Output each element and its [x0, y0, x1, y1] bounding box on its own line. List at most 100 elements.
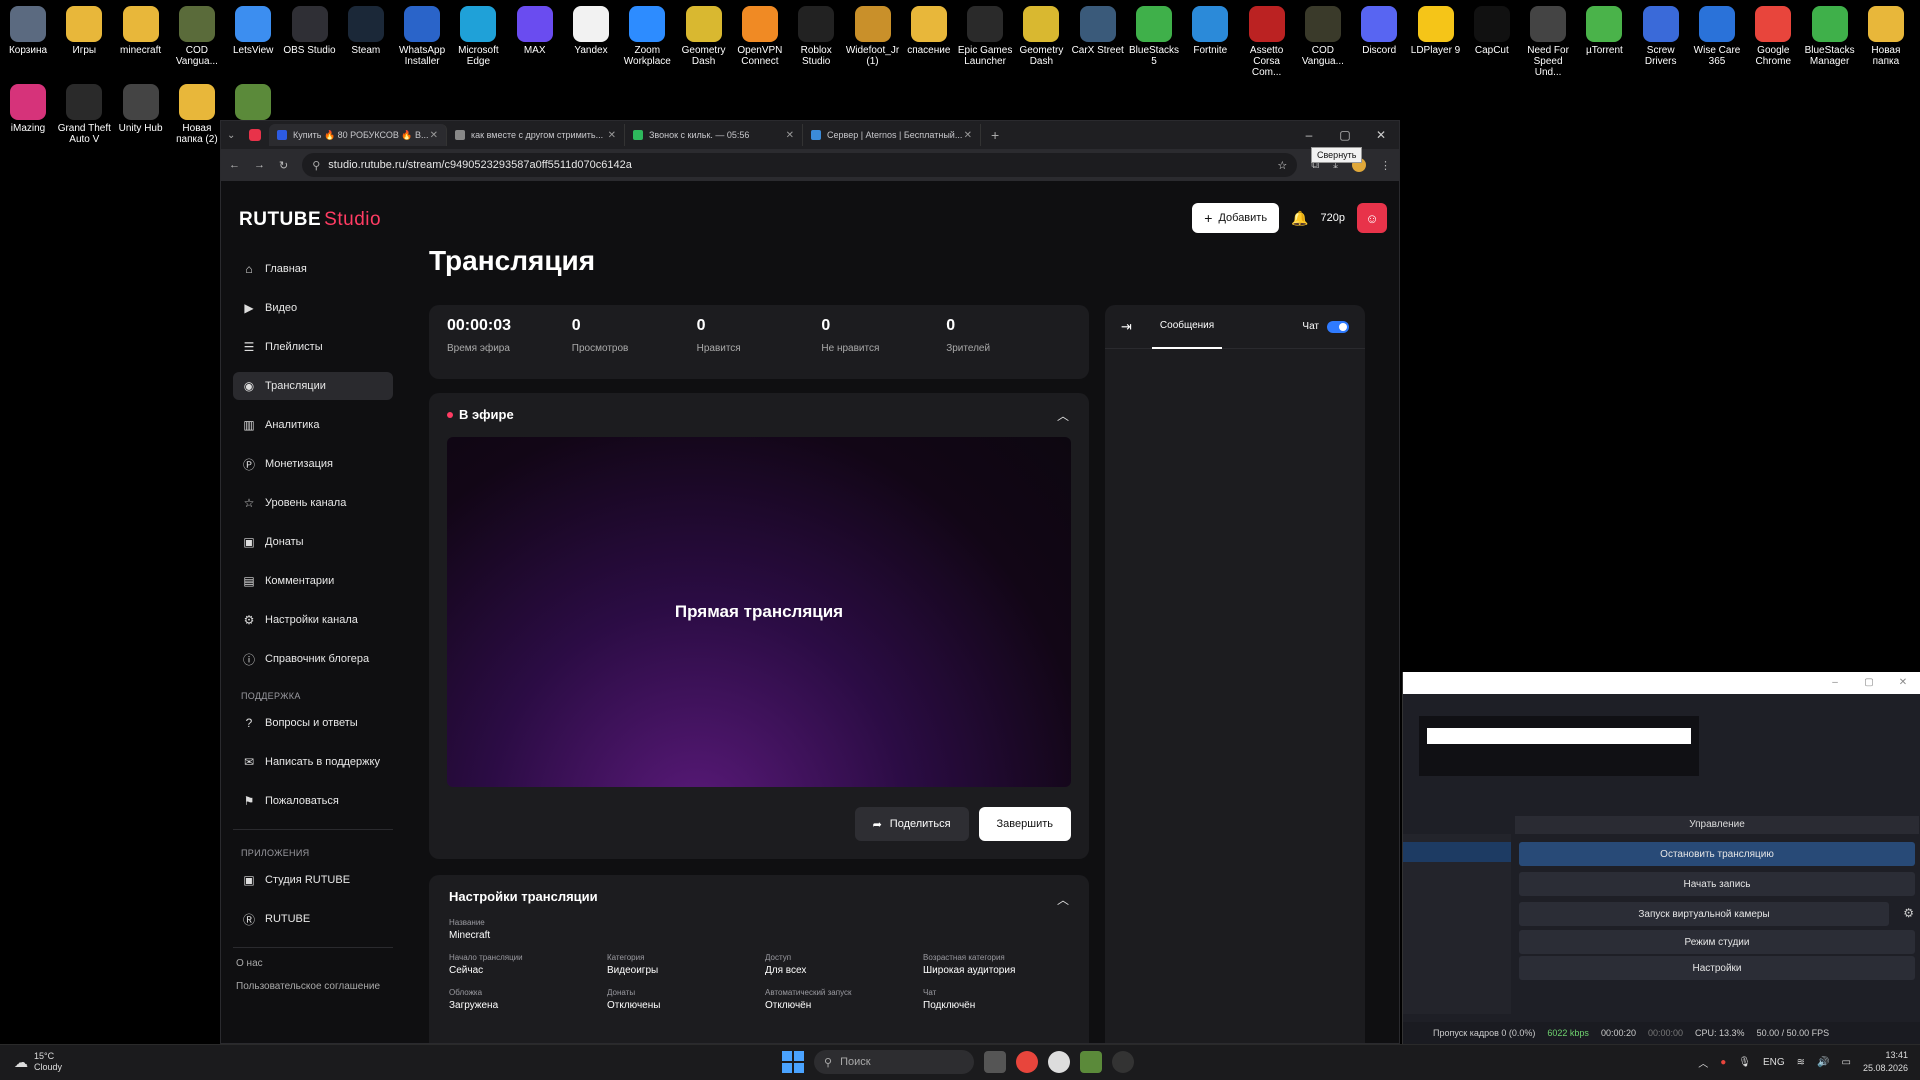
sidebar-item[interactable]: ☆ Уровень канала [233, 489, 393, 517]
bookmark-star-icon[interactable]: ☆ [1277, 159, 1287, 172]
maximize-button[interactable]: ▢ [1327, 121, 1363, 149]
sidebar-item[interactable]: ⌂ Главная [233, 255, 393, 283]
share-button[interactable]: ➦ Поделиться [854, 807, 969, 841]
add-button[interactable]: + Добавить [1192, 203, 1280, 233]
sidebar-item[interactable]: Ⓡ RUTUBE [233, 905, 393, 933]
collapse-chat-icon[interactable]: ⇥ [1121, 319, 1132, 335]
sidebar-item[interactable]: ☰ Плейлисты [233, 333, 393, 361]
desktop-icon[interactable]: Epic Games Launcher [957, 6, 1013, 67]
sidebar-item[interactable]: ⓘ Справочник блогера [233, 645, 393, 673]
browser-tab[interactable]: как вместе с другом стримить... ✕ [447, 124, 625, 146]
obs-control-button[interactable]: Запуск виртуальной камеры [1519, 902, 1889, 926]
sidebar-item[interactable]: ◉ Трансляции [233, 372, 393, 400]
mic-icon[interactable]: 🎙 [1738, 1057, 1751, 1068]
desktop-icon[interactable]: Fortnite [1182, 6, 1238, 56]
desktop-icon[interactable]: Grand Theft Auto V [56, 84, 112, 145]
desktop-icon[interactable]: CapCut [1464, 6, 1520, 56]
minecraft-taskbar-icon[interactable] [1080, 1051, 1102, 1073]
clock[interactable]: 13:41 25.08.2026 [1863, 1049, 1908, 1075]
obs-gear-icon[interactable]: ⚙ [1903, 906, 1914, 920]
obs-control-button[interactable]: Остановить трансляцию [1519, 842, 1915, 866]
forward-icon[interactable]: → [254, 159, 265, 171]
site-info-icon[interactable]: ⚲ [312, 159, 320, 172]
desktop-icon[interactable]: спасение [901, 6, 957, 56]
desktop-icon[interactable]: MAX [507, 6, 563, 56]
desktop-icon[interactable]: BlueStacks 5 [1126, 6, 1182, 67]
obs-control-button[interactable]: Режим студии [1519, 930, 1915, 954]
desktop-icon[interactable]: OBS Studio [282, 6, 338, 56]
quality-badge[interactable]: 720p [1321, 212, 1345, 224]
about-link[interactable]: О нас [236, 958, 393, 969]
obs-preview[interactable] [1419, 716, 1699, 776]
chat-toggle[interactable] [1327, 320, 1349, 333]
chrome-taskbar-icon[interactable] [1016, 1051, 1038, 1073]
tab-list-icon[interactable]: ⌄ [227, 130, 245, 141]
terms-link[interactable]: Пользовательское соглашение [236, 981, 393, 992]
browser-tab[interactable]: Звонок с кильк. — 05:56 ✕ [625, 124, 803, 146]
obs-close-button[interactable]: ✕ [1886, 672, 1920, 694]
sidebar-item[interactable]: ⚑ Пожаловаться [233, 787, 393, 815]
messages-tab[interactable]: Сообщения [1151, 305, 1223, 349]
tray-app-icon[interactable]: ● [1720, 1057, 1726, 1068]
start-windows-icon[interactable] [782, 1051, 804, 1073]
battery-icon[interactable]: ▭ [1842, 1057, 1851, 1068]
taskbar-search[interactable]: ⚲ Поиск [814, 1050, 974, 1074]
desktop-icon[interactable] [225, 84, 281, 123]
desktop-icon[interactable]: Новая папка [1858, 6, 1914, 67]
desktop-icon[interactable]: LDPlayer 9 [1408, 6, 1464, 56]
rutube-studio-logo[interactable]: RUTUBE Studio [239, 209, 381, 231]
roblox-studio-taskbar-icon[interactable] [1112, 1051, 1134, 1073]
desktop-icon[interactable]: Zoom Workplace [619, 6, 675, 67]
chevron-up-icon[interactable]: ︿ [1057, 891, 1069, 908]
sidebar-item[interactable]: ▤ Комментарии [233, 567, 393, 595]
minimize-button[interactable]: – [1291, 121, 1327, 149]
new-tab-button[interactable]: + [991, 127, 999, 143]
desktop-icon[interactable]: Steam [338, 6, 394, 56]
reload-icon[interactable]: ↻ [279, 159, 288, 172]
language-indicator[interactable]: ENG [1763, 1057, 1785, 1068]
desktop-icon[interactable]: Yandex [563, 6, 619, 56]
menu-dots-icon[interactable]: ⋮ [1380, 159, 1391, 172]
desktop-icon[interactable]: BlueStacks Manager [1802, 6, 1858, 67]
desktop-icon[interactable]: COD Vangua... [169, 6, 225, 67]
desktop-icon[interactable]: CarX Street [1070, 6, 1126, 56]
desktop-icon[interactable]: Игры [56, 6, 112, 56]
desktop-icon[interactable]: OpenVPN Connect [732, 6, 788, 67]
desktop-icon[interactable]: Google Chrome [1745, 6, 1801, 67]
desktop-icon[interactable]: LetsView [225, 6, 281, 56]
obs-minimize-button[interactable]: – [1818, 672, 1852, 694]
volume-icon[interactable]: 🔊 [1817, 1057, 1829, 1068]
desktop-icon[interactable]: WhatsApp Installer [394, 6, 450, 67]
desktop-icon[interactable]: Assetto Corsa Com... [1239, 6, 1295, 78]
tab-close-icon[interactable]: ✕ [786, 130, 794, 141]
chevron-up-icon[interactable]: ︿ [1057, 407, 1069, 424]
task-view-icon[interactable] [984, 1051, 1006, 1073]
desktop-icon[interactable]: Geometry Dash [676, 6, 732, 67]
obs-control-button[interactable]: Настройки [1519, 956, 1915, 980]
desktop-icon[interactable]: COD Vangua... [1295, 6, 1351, 67]
tab-close-icon[interactable]: ✕ [430, 130, 438, 141]
sidebar-item[interactable]: ✉ Написать в поддержку [233, 748, 393, 776]
sidebar-item[interactable]: ▶ Видео [233, 294, 393, 322]
wifi-icon[interactable]: ≋ [1797, 1057, 1805, 1068]
weather-widget[interactable]: ☁ 15°C Cloudy [14, 1051, 62, 1073]
desktop-icon[interactable]: iMazing [0, 84, 56, 134]
sidebar-item[interactable]: ? Вопросы и ответы [233, 709, 393, 737]
desktop-icon[interactable]: Screw Drivers [1633, 6, 1689, 67]
browser-tab[interactable]: Сервер | Aternos | Бесплатный... ✕ [803, 124, 981, 146]
desktop-icon[interactable]: Roblox Studio [788, 6, 844, 67]
obs-selected-source[interactable] [1403, 842, 1511, 862]
sidebar-item[interactable]: ⚙ Настройки канала [233, 606, 393, 634]
obs-taskbar-icon[interactable] [1048, 1051, 1070, 1073]
desktop-icon[interactable]: Need For Speed Und... [1520, 6, 1576, 78]
desktop-icon[interactable]: Discord [1351, 6, 1407, 56]
rutube-favicon[interactable] [249, 129, 261, 141]
user-avatar[interactable]: ☺ [1357, 203, 1387, 233]
browser-tab[interactable]: Купить 🔥 80 РОБУКСОВ 🔥 В... ✕ [269, 124, 447, 146]
desktop-icon[interactable]: µTorrent [1576, 6, 1632, 56]
back-icon[interactable]: ← [229, 159, 240, 171]
sidebar-item[interactable]: ▣ Донаты [233, 528, 393, 556]
obs-maximize-button[interactable]: ▢ [1852, 672, 1886, 694]
tray-chevron-icon[interactable]: ︿ [1698, 1055, 1708, 1070]
desktop-icon[interactable]: Geometry Dash [1013, 6, 1069, 67]
